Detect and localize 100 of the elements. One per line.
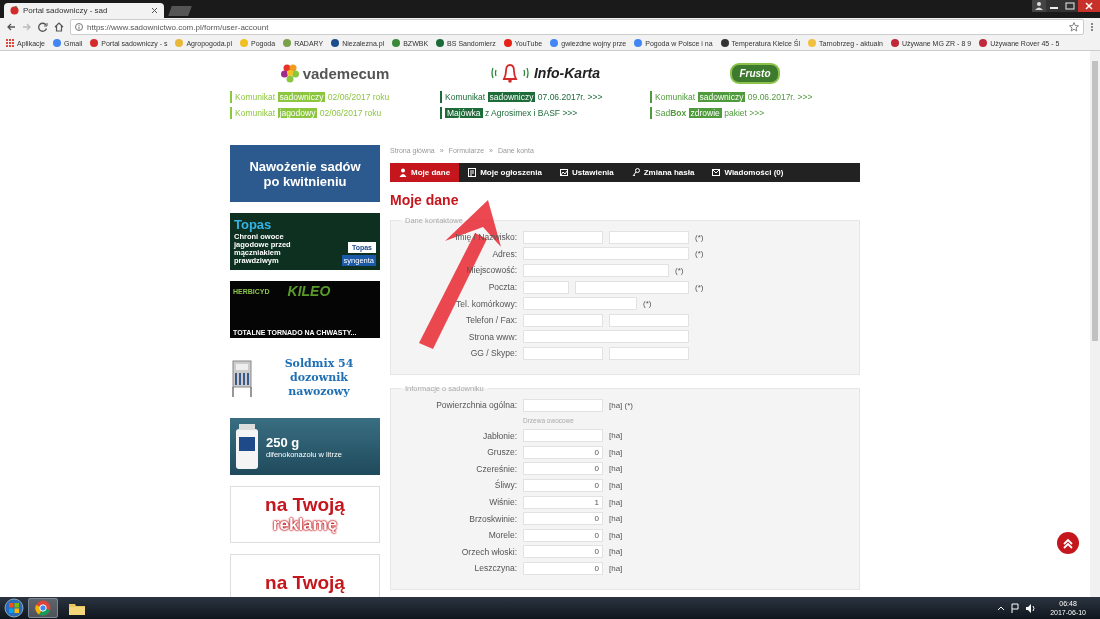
maximize-icon[interactable] [1062,0,1078,12]
favicon-icon [503,39,512,47]
favicon-icon [392,39,401,47]
reload-icon[interactable] [38,22,48,32]
chevron-up-icon[interactable] [997,604,1006,612]
new-tab-button[interactable] [168,6,192,16]
close-icon[interactable] [151,7,158,14]
back-to-top-button[interactable] [1057,532,1079,554]
field-label: Orzech włoski: [460,546,518,557]
ad-text: na Twoją [265,495,345,515]
field-hint: (*) [695,249,704,259]
input-field[interactable] [523,297,637,311]
input-field[interactable]: 0 [523,545,603,559]
ad-banner[interactable]: Nawożenie sadów po kwitnieniu [230,145,380,202]
info-icon[interactable] [75,23,83,31]
bottle-icon [234,422,260,471]
field-label: Adres: [491,248,518,259]
favicon-icon [808,39,817,47]
field-hint: (*) [675,266,684,275]
field-label: Grusze: [486,447,518,458]
address-bar[interactable]: https://www.sadownictwo.com.pl/form/user-account [70,19,1084,35]
star-icon[interactable] [1069,22,1079,32]
start-button-icon[interactable] [4,598,24,618]
input-field[interactable] [609,313,689,327]
volume-icon[interactable] [1025,602,1037,614]
page-heading: Moje dane [390,192,460,208]
news-link[interactable]: Komunikat sadowniczy 09.06.2017r. >>> [650,91,813,103]
field-hint: [ha] [609,514,623,524]
url-text: https://www.sadownictwo.com.pl/form/user-account [87,22,270,32]
field-hint: [ha] [609,431,623,441]
browser-tab[interactable]: Portal sadowniczy - sad [4,3,164,18]
news-link[interactable]: Majówka z Agrosimex i BASF >>> [440,107,578,119]
nav-tab[interactable]: Moje ogłoszenia [459,163,551,182]
field-hint: [ha] [609,480,623,490]
field-hint: [ha] [609,547,623,557]
field-label: Powierzchnia ogólna: [435,400,518,411]
ad-banner[interactable]: na Twoją [230,554,380,597]
brand-logo: Frusto [730,62,780,84]
document-icon [468,168,477,177]
input-field[interactable] [523,264,669,277]
field-label: Wiśnie: [488,497,518,507]
nav-tab[interactable]: Moje dane [390,163,460,182]
input-field[interactable] [523,429,603,443]
brand-logo-text: Info-Karta [533,65,601,81]
favicon-icon [634,39,643,47]
favicon-icon [436,39,445,47]
input-field[interactable] [523,330,689,344]
field-label: Leszczyna: [473,563,518,574]
news-link[interactable]: Komunikat sadowniczy 07.06.2017r. >>> [440,91,603,103]
bell-icon [489,62,530,84]
scrollbar-thumb[interactable] [1092,61,1098,341]
input-field[interactable]: 0 [523,462,603,476]
ad-text[interactable]: Soldmix 54 dozownik nawozowy [258,357,380,399]
close-icon[interactable] [1078,0,1100,12]
ad-banner[interactable]: na Twoją reklamę [230,486,380,543]
minimize-icon[interactable] [1046,0,1062,12]
field-label: Brzoskwinie: [468,513,518,524]
news-link[interactable]: SadBox zdrowie pakiet >>> [650,107,765,119]
home-icon[interactable] [54,22,64,32]
field-label: Tel. komórkowy: [455,298,518,309]
ad-text: na Twoją [265,572,345,593]
ad-title: Topas [234,217,273,232]
nav-tab[interactable]: Zmiana hasła [622,163,704,182]
input-field[interactable]: 0 [523,512,603,526]
input-field[interactable] [609,346,689,360]
image-icon [559,168,568,177]
favicon-icon [979,39,988,47]
input-field[interactable] [523,398,603,412]
input-field[interactable]: 0 [523,478,603,492]
favicon-icon [283,39,292,47]
field-label: Czereśnie: [475,463,518,474]
input-field[interactable] [523,313,603,327]
favicon-icon [331,39,340,47]
input-field[interactable]: 0 [523,445,603,459]
back-icon[interactable] [6,22,16,32]
nav-tab[interactable]: Wiadomości (0) [703,163,793,182]
field-hint: [ha] [609,563,623,573]
input-field[interactable]: 0 [523,561,603,575]
nav-tab[interactable]: Ustawienia [550,163,623,182]
input-field[interactable] [523,230,603,244]
favicon-icon [10,6,19,15]
input-field[interactable] [575,280,689,294]
ad-text: reklamę [272,515,338,534]
input-field[interactable] [523,346,603,360]
input-field[interactable]: 0 [523,528,603,542]
forward-icon[interactable] [22,22,32,32]
chevron-up-icon [1062,537,1074,549]
menu-icon[interactable] [1090,22,1094,32]
input-field[interactable]: 1 [523,495,603,509]
field-hint: [ha] [609,464,623,474]
input-field[interactable] [523,280,569,294]
profile-icon[interactable] [1032,0,1046,12]
input-field[interactable] [523,247,689,261]
input-field[interactable] [609,230,689,244]
field-label: Jabłonie: [481,430,518,441]
envelope-icon [712,168,721,177]
scrollbar-track[interactable] [1090,51,1100,597]
field-hint: [ha] [609,447,623,457]
field-hint: [ha] [609,497,623,507]
favicon-icon [175,39,184,47]
